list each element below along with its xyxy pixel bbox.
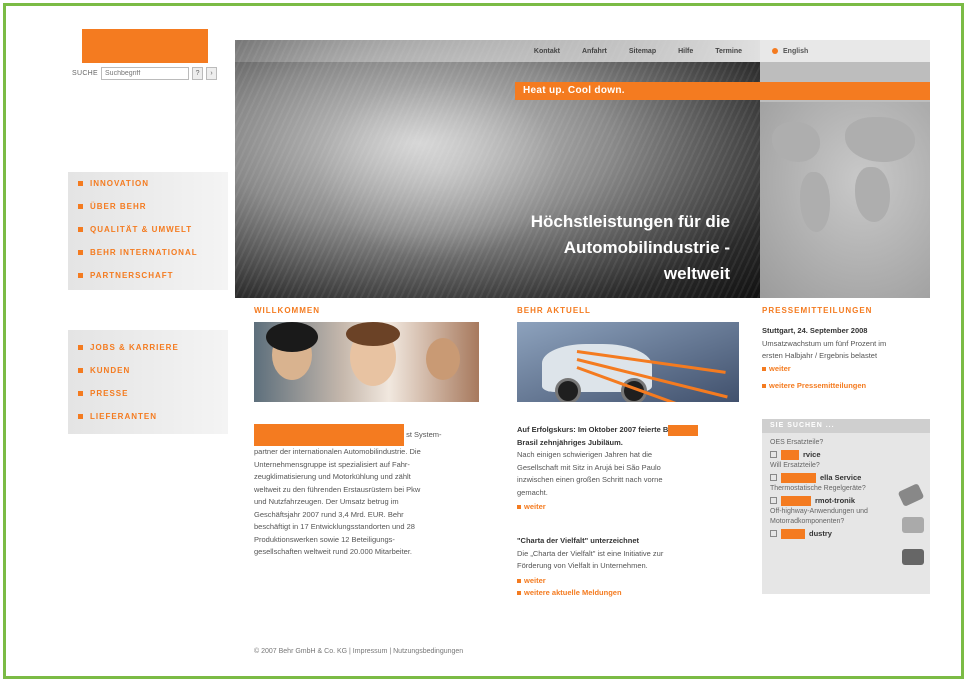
section-heading-willkommen: WILLKOMMEN	[254, 306, 320, 315]
car-photo	[517, 322, 739, 402]
checkbox-icon	[770, 474, 777, 481]
primary-nav: INNOVATION ÜBER BEHR QUALITÄT & UMWELT B…	[68, 172, 228, 290]
topnav-sitemap[interactable]: Sitemap	[629, 48, 656, 55]
news2-more-link[interactable]: weiter	[517, 575, 747, 588]
willkommen-text: st System- partner der internationalen A…	[254, 424, 484, 559]
bullet-icon	[78, 181, 83, 186]
nav-label: BEHR INTERNATIONAL	[90, 248, 198, 257]
finder-question: Will Ersatzteile?	[770, 462, 820, 469]
news1-more-link[interactable]: weiter	[517, 501, 747, 514]
nav-label: KUNDEN	[90, 366, 131, 375]
bullet-icon	[517, 591, 521, 596]
topnav-anfahrt[interactable]: Anfahrt	[582, 48, 607, 55]
component-icon	[902, 517, 924, 533]
checkbox-icon	[770, 451, 777, 458]
left-column: SUCHE ? › INNOVATION ÜBER BEHR QUALITÄT …	[60, 24, 235, 664]
press-release: Stuttgart, 24. September 2008 Umsatzwach…	[762, 325, 932, 393]
nav-item-lieferanten[interactable]: LIEFERANTEN	[68, 405, 228, 428]
all-press-link[interactable]: weitere Pressemitteilungen	[762, 380, 932, 393]
bullet-icon	[78, 414, 83, 419]
search-help-button[interactable]: ?	[192, 67, 204, 80]
finder-link-service[interactable]: rvice	[762, 448, 930, 461]
section-heading-presse: PRESSEMITTEILUNGEN	[762, 306, 873, 315]
hero-headline: Höchstleistungen für die Automobilindust…	[530, 212, 730, 283]
nav-label: ÜBER BEHR	[90, 202, 147, 211]
nav-label: JOBS & KARRIERE	[90, 343, 179, 352]
bullet-icon	[78, 391, 83, 396]
logo-redacted	[82, 29, 208, 63]
bullet-icon	[78, 273, 83, 278]
nav-label: LIEFERANTEN	[90, 412, 157, 421]
finder-question: Off-highway-Anwendungen und Motorradkomp…	[770, 508, 868, 525]
team-photo	[254, 322, 479, 402]
checkbox-icon	[770, 530, 777, 537]
slogan-banner: Heat up. Cool down.	[515, 82, 930, 100]
bullet-icon	[517, 578, 521, 583]
bullet-icon	[78, 227, 83, 232]
world-map	[760, 102, 930, 298]
bullet-icon	[78, 345, 83, 350]
top-navigation: Kontakt Anfahrt Sitemap Hilfe Termine	[235, 40, 760, 62]
bullet-icon	[517, 505, 521, 510]
engine-icon	[902, 549, 924, 565]
nav-label: PARTNERSCHAFT	[90, 271, 174, 280]
nav-label: QUALITÄT & UMWELT	[90, 225, 193, 234]
finder-heading: SIE SUCHEN ...	[762, 419, 930, 433]
secondary-nav: JOBS & KARRIERE KUNDEN PRESSE LIEFERANTE…	[68, 330, 228, 434]
world-map-panel: English	[760, 40, 930, 298]
news-item-2: "Charta der Vielfalt" unterzeichnet Die …	[517, 535, 747, 600]
bullet-icon	[762, 384, 766, 389]
nav-item-kunden[interactable]: KUNDEN	[68, 359, 228, 382]
section-heading-aktuell: BEHR AKTUELL	[517, 306, 591, 315]
nav-label: PRESSE	[90, 389, 129, 398]
news-item-1: Auf Erfolgskurs: Im Oktober 2007 feierte…	[517, 424, 747, 514]
bullet-icon	[78, 204, 83, 209]
finder-link-hella[interactable]: ella Service	[762, 471, 930, 484]
finder-question: OES Ersatzteile?	[770, 439, 824, 446]
search-label: SUCHE	[72, 70, 99, 77]
company-name-redacted	[254, 424, 404, 446]
nav-item-qualitaet[interactable]: QUALITÄT & UMWELT	[68, 218, 228, 241]
nav-item-international[interactable]: BEHR INTERNATIONAL	[68, 241, 228, 264]
nav-item-jobs[interactable]: JOBS & KARRIERE	[68, 336, 228, 359]
language-label: English	[783, 47, 809, 55]
nav-item-presse[interactable]: PRESSE	[68, 382, 228, 405]
webpage: SUCHE ? › INNOVATION ÜBER BEHR QUALITÄT …	[60, 24, 936, 664]
nav-item-ueber-behr[interactable]: ÜBER BEHR	[68, 195, 228, 218]
search-bar: SUCHE ? ›	[72, 67, 218, 80]
topnav-kontakt[interactable]: Kontakt	[534, 48, 560, 55]
press-more-link[interactable]: weiter	[762, 363, 932, 376]
topnav-termine[interactable]: Termine	[715, 48, 742, 55]
bullet-icon	[762, 366, 766, 371]
footer: © 2007 Behr GmbH & Co. KG | Impressum | …	[254, 648, 464, 655]
topnav-hilfe[interactable]: Hilfe	[678, 48, 693, 55]
nav-item-innovation[interactable]: INNOVATION	[68, 172, 228, 195]
bullet-icon	[78, 368, 83, 373]
nav-item-partnerschaft[interactable]: PARTNERSCHAFT	[68, 264, 228, 287]
language-switch[interactable]: English	[760, 40, 930, 62]
search-go-button[interactable]: ›	[206, 67, 218, 80]
checkbox-icon	[770, 497, 777, 504]
all-news-link[interactable]: weitere aktuelle Meldungen	[517, 587, 747, 600]
bullet-icon	[78, 250, 83, 255]
finder-box: SIE SUCHEN ... OES Ersatzteile? rvice Wi…	[762, 419, 930, 594]
search-input[interactable]	[101, 67, 190, 80]
language-icon	[772, 48, 778, 54]
nav-label: INNOVATION	[90, 179, 150, 188]
redacted-name	[668, 424, 699, 436]
